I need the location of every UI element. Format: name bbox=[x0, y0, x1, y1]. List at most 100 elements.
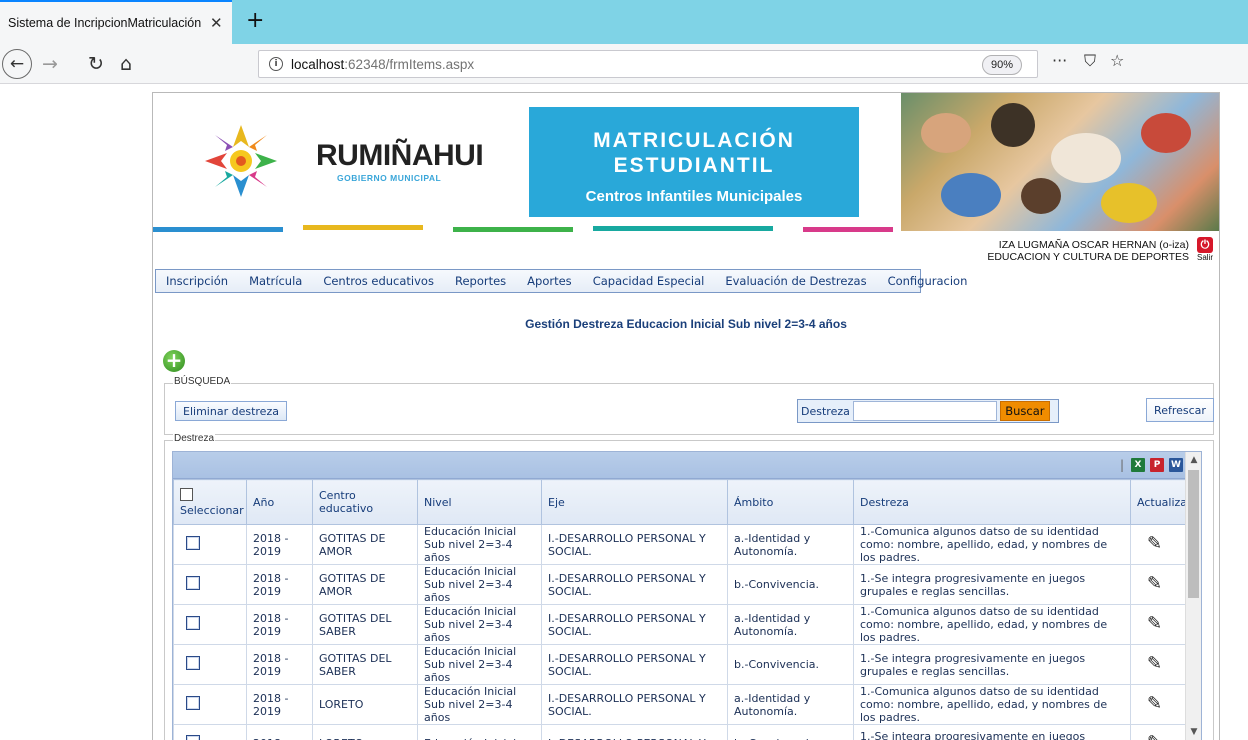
menu-item-aportes[interactable]: Aportes bbox=[527, 274, 572, 288]
scroll-up-icon[interactable]: ▲ bbox=[1186, 452, 1201, 468]
edit-pencil-icon[interactable]: ✎ bbox=[1147, 655, 1162, 673]
forward-arrow-icon[interactable]: → bbox=[38, 50, 62, 78]
tab-title: Sistema de IncripcionMatriculación bbox=[8, 16, 202, 30]
select-all-checkbox[interactable] bbox=[180, 487, 193, 501]
cell-destreza: 1.-Se integra progresivamente en juegos … bbox=[853, 644, 1131, 685]
cell-centro: LORETO bbox=[312, 724, 418, 740]
refresh-button[interactable]: Refrescar bbox=[1146, 398, 1214, 422]
menu-item-matricula[interactable]: Matrícula bbox=[249, 274, 302, 288]
logout-label[interactable]: Salir bbox=[1193, 253, 1217, 262]
cell-actualizar: ✎ bbox=[1130, 524, 1186, 565]
bookmark-star-icon[interactable]: ☆ bbox=[1110, 51, 1124, 70]
cell-eje: I.-DESARROLLO PERSONAL Y SOCIAL. bbox=[541, 524, 728, 565]
grid-vertical-scrollbar[interactable]: ▲ ▼ bbox=[1185, 452, 1201, 740]
logout-button[interactable]: ⏻ Salir bbox=[1193, 237, 1217, 262]
cell-eje: I.-DESARROLLO PERSONAL Y SOCIAL. bbox=[541, 644, 728, 685]
row-select-checkbox[interactable] bbox=[186, 576, 200, 590]
menu-item-evaluacion-destrezas[interactable]: Evaluación de Destrezas bbox=[725, 274, 866, 288]
export-word-icon[interactable]: W bbox=[1169, 458, 1183, 472]
column-header-destreza[interactable]: Destreza bbox=[853, 479, 1131, 525]
cell-destreza: 1.-Se integra progresivamente en juegos … bbox=[853, 564, 1131, 605]
column-header-seleccionar: Seleccionar bbox=[173, 479, 247, 525]
hero-title-line1: MATRICULACIÓN bbox=[593, 129, 795, 152]
cell-centro: GOTITAS DE AMOR bbox=[312, 564, 418, 605]
cell-actualizar: ✎ bbox=[1130, 724, 1186, 740]
row-select-checkbox[interactable] bbox=[186, 696, 200, 710]
cell-ambito: a.-Identidad y Autonomía. bbox=[727, 604, 854, 645]
row-select-checkbox[interactable] bbox=[186, 734, 200, 740]
cell-ambito: b.-Convivencia. bbox=[727, 564, 854, 605]
cell-nivel: Educación Inicial Sub nivel 2=3-4 años bbox=[417, 524, 542, 565]
table-row: 2018 -LORETOEducación InicialI.-DESARROL… bbox=[173, 724, 1186, 740]
logo-subtitle: GOBIERNO MUNICIPAL bbox=[337, 173, 442, 183]
home-icon[interactable]: ⌂ bbox=[114, 50, 138, 78]
row-select-checkbox[interactable] bbox=[186, 536, 200, 550]
cell-centro: LORETO bbox=[312, 684, 418, 725]
row-select-checkbox[interactable] bbox=[186, 616, 200, 630]
info-icon[interactable]: i bbox=[269, 57, 283, 71]
search-button[interactable]: Buscar bbox=[999, 401, 1050, 421]
destreza-search-input[interactable] bbox=[852, 401, 997, 421]
hero-title-line2: ESTUDIANTIL bbox=[613, 154, 775, 177]
cell-actualizar: ✎ bbox=[1130, 644, 1186, 685]
zoom-level-badge[interactable]: 90% bbox=[981, 55, 1022, 75]
new-tab-icon[interactable]: + bbox=[246, 8, 264, 34]
cell-actualizar: ✎ bbox=[1130, 564, 1186, 605]
scroll-thumb[interactable] bbox=[1188, 470, 1199, 598]
add-destreza-icon[interactable]: + bbox=[163, 350, 185, 372]
cell-destreza: 1.-Comunica algunos datso de su identida… bbox=[853, 604, 1131, 645]
column-header-centro[interactable]: Centro educativo bbox=[312, 479, 418, 525]
back-arrow-icon[interactable]: ← bbox=[2, 49, 32, 79]
more-actions-icon[interactable]: ··· bbox=[1052, 51, 1067, 70]
edit-pencil-icon[interactable]: ✎ bbox=[1147, 695, 1162, 713]
menu-item-centros-educativos[interactable]: Centros educativos bbox=[323, 274, 434, 288]
column-header-eje[interactable]: Eje bbox=[541, 479, 728, 525]
cell-nivel: Educación Inicial Sub nivel 2=3-4 años bbox=[417, 684, 542, 725]
cell-eje: I.-DESARROLLO PERSONAL Y SOCIAL. bbox=[541, 564, 728, 605]
cell-actualizar: ✎ bbox=[1130, 684, 1186, 725]
address-bar[interactable]: i localhost:62348/frmItems.aspx 90% bbox=[258, 50, 1038, 78]
menu-item-capacidad-especial[interactable]: Capacidad Especial bbox=[593, 274, 705, 288]
scroll-down-icon[interactable]: ▼ bbox=[1186, 724, 1201, 740]
edit-pencil-icon[interactable]: ✎ bbox=[1147, 575, 1162, 593]
search-label: Destreza bbox=[801, 404, 850, 418]
column-header-nivel[interactable]: Nivel bbox=[417, 479, 542, 525]
cell-select bbox=[173, 724, 247, 740]
menu-item-reportes[interactable]: Reportes bbox=[455, 274, 506, 288]
reload-icon[interactable]: ↻ bbox=[84, 50, 108, 78]
column-header-ambito[interactable]: Ámbito bbox=[727, 479, 854, 525]
export-separator: | bbox=[1120, 458, 1125, 472]
rumiñahui-logo-icon bbox=[205, 125, 277, 197]
menu-item-inscripcion[interactable]: Inscripción bbox=[166, 274, 228, 288]
cell-anio: 2018 - 2019 bbox=[246, 604, 313, 645]
browser-tab[interactable]: Sistema de IncripcionMatriculación ✕ bbox=[0, 0, 232, 44]
cell-eje: I.-DESARROLLO PERSONAL Y bbox=[541, 724, 728, 740]
row-select-checkbox[interactable] bbox=[186, 656, 200, 670]
cell-select bbox=[173, 684, 247, 725]
cell-ambito: a.-Identidad y Autonomía. bbox=[727, 524, 854, 565]
navigation-toolbar: ← → ↻ ⌂ i localhost:62348/frmItems.aspx … bbox=[0, 44, 1248, 84]
search-legend: BÚSQUEDA bbox=[173, 376, 232, 387]
delete-destreza-button[interactable]: Eliminar destreza bbox=[175, 401, 287, 421]
menu-item-configuracion[interactable]: Configuracion bbox=[888, 274, 968, 288]
pocket-icon[interactable]: ⛉ bbox=[1084, 51, 1096, 71]
destreza-grid: | X P W Seleccionar Año Centro educativo… bbox=[172, 451, 1202, 740]
cell-destreza: 1.-Comunica algunos datso de su identida… bbox=[853, 684, 1131, 725]
cell-nivel: Educación Inicial Sub nivel 2=3-4 años bbox=[417, 644, 542, 685]
user-department: EDUCACION Y CULTURA DE DEPORTES bbox=[987, 251, 1189, 263]
cell-anio: 2018 - bbox=[246, 724, 313, 740]
table-header-row: Seleccionar Año Centro educativo Nivel E… bbox=[173, 479, 1192, 525]
column-header-anio[interactable]: Año bbox=[246, 479, 313, 525]
user-info: IZA LUGMAÑA OSCAR HERNAN (o-iza) EDUCACI… bbox=[987, 239, 1189, 263]
cell-eje: I.-DESARROLLO PERSONAL Y SOCIAL. bbox=[541, 684, 728, 725]
power-icon[interactable]: ⏻ bbox=[1197, 237, 1213, 253]
edit-pencil-icon[interactable]: ✎ bbox=[1147, 615, 1162, 633]
export-excel-icon[interactable]: X bbox=[1131, 458, 1145, 472]
cell-anio: 2018 - 2019 bbox=[246, 564, 313, 605]
edit-pencil-icon[interactable]: ✎ bbox=[1147, 733, 1162, 740]
cell-centro: GOTITAS DE AMOR bbox=[312, 524, 418, 565]
export-pdf-icon[interactable]: P bbox=[1150, 458, 1164, 472]
tab-close-icon[interactable]: ✕ bbox=[210, 14, 223, 32]
cell-destreza: 1.-Comunica algunos datso de su identida… bbox=[853, 524, 1131, 565]
edit-pencil-icon[interactable]: ✎ bbox=[1147, 535, 1162, 553]
